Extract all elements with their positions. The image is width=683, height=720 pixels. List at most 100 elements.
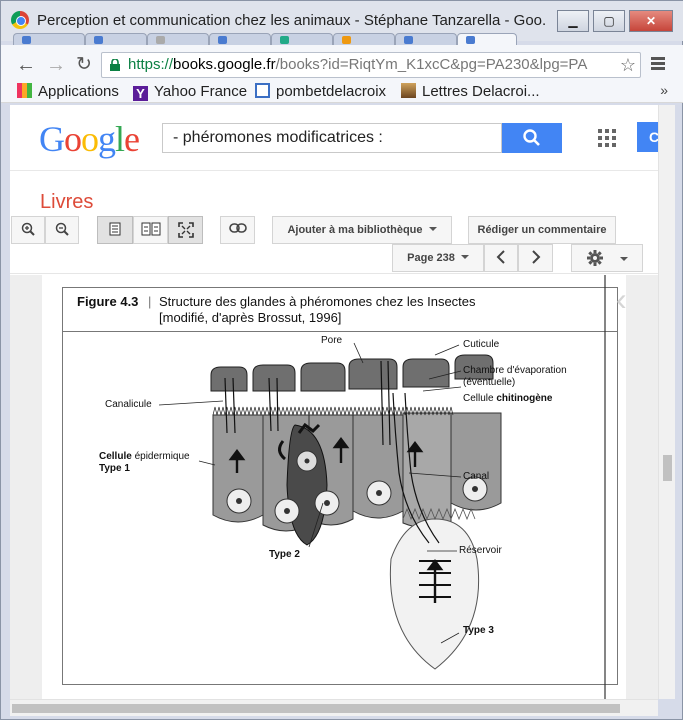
zoom-out-icon (55, 222, 69, 236)
browser-tab[interactable] (13, 33, 85, 45)
vertical-scrollbar[interactable] (658, 105, 675, 699)
browser-window: Perception et communication chez les ani… (0, 0, 683, 720)
tab-favicon-icon (218, 36, 227, 44)
toolbar-divider (10, 273, 658, 274)
single-page-view-button[interactable] (97, 216, 133, 244)
gear-icon (587, 250, 604, 266)
fullscreen-button[interactable] (168, 216, 203, 244)
browser-tab[interactable] (147, 33, 209, 45)
browser-tab[interactable] (333, 33, 395, 45)
fullscreen-icon (177, 222, 194, 238)
bookmark-yahoo-france[interactable]: Y Yahoo France (133, 83, 247, 101)
label-reservoir: Réservoir (459, 545, 502, 556)
browser-tab-active[interactable] (457, 33, 517, 45)
search-button[interactable] (502, 123, 562, 153)
label-canalicule: Canalicule (105, 399, 152, 410)
url-path: /books?id=RiqtYm_K1xcC&pg=PA230&lpg=PA (275, 56, 588, 73)
label-type-2: Type 2 (269, 549, 300, 560)
label-cellule-epidermique: Cellule épidermique (99, 451, 190, 462)
horizontal-scrollbar[interactable] (10, 699, 658, 716)
tab-favicon-icon (466, 36, 475, 44)
header-divider (10, 170, 658, 171)
label-cuticule: Cuticule (463, 339, 500, 350)
figure-header: Figure 4.3 | Structure des glandes à phé… (63, 288, 617, 332)
tab-favicon-icon (22, 36, 31, 44)
dropdown-caret-icon (460, 255, 469, 259)
window-title: Perception et communication chez les ani… (37, 12, 547, 29)
label-cellule-chitinogene: Cellule chitinogène (463, 393, 553, 404)
settings-button[interactable] (571, 244, 643, 272)
page-number-label: Page 238 (407, 252, 455, 264)
search-icon (523, 129, 540, 146)
page-viewport: Google - phéromones modificatrices : Con… (10, 105, 658, 699)
two-page-icon (141, 222, 160, 236)
label-eventuelle: (éventuelle) (463, 377, 516, 388)
vertical-scroll-thumb[interactable] (663, 455, 672, 481)
section-title[interactable]: Livres (40, 191, 93, 214)
bookmark-label: pombetdelacroix (276, 83, 387, 100)
label-canal: Canal (463, 471, 490, 482)
bookmark-star-icon[interactable]: ☆ (620, 53, 636, 77)
page-edge (604, 275, 606, 699)
bookmark-pombetdelacroix[interactable]: pombetdelacroix (255, 83, 386, 101)
close-button[interactable]: ✕ (629, 10, 673, 32)
two-page-view-button[interactable] (133, 216, 168, 244)
back-arrow-icon[interactable]: ← (15, 54, 37, 76)
bookmark-label: Lettres Delacroi... (422, 83, 540, 100)
browser-tab[interactable] (395, 33, 457, 45)
lock-icon (110, 59, 120, 71)
tab-favicon-icon (280, 36, 289, 44)
url-scheme: https:// (128, 56, 174, 73)
apps-grid-icon (17, 83, 32, 98)
address-bar[interactable]: https://books.google.fr/books?id=RiqtYm_… (101, 52, 641, 78)
gland-illustration (158, 342, 502, 670)
bookmark-label: Applications (38, 83, 119, 100)
chrome-menu-icon[interactable] (649, 55, 667, 75)
sign-in-button[interactable]: Connexion (637, 122, 658, 152)
search-input[interactable]: - phéromones modificatrices : (162, 123, 502, 153)
single-page-icon (109, 222, 121, 236)
book-page: Figure 4.3 | Structure des glandes à phé… (42, 275, 626, 699)
bookmarks-bar: Applications Y Yahoo France pombetdelacro… (1, 81, 683, 103)
figure-caption-source: [modifié, d'après Brossut, 1996] (159, 310, 342, 325)
chevron-left-overlay-icon[interactable]: ‹ (616, 281, 627, 318)
add-to-library-button[interactable]: Ajouter à ma bibliothèque (272, 216, 452, 244)
google-logo[interactable]: Google (39, 118, 140, 160)
dropdown-caret-icon (619, 257, 628, 261)
browser-tab[interactable] (271, 33, 333, 45)
zoom-in-icon (21, 222, 35, 236)
figure-number: Figure 4.3 (77, 294, 139, 309)
google-logo-letter: l (115, 119, 125, 159)
tab-favicon-icon (94, 36, 103, 44)
minimize-button[interactable]: ▁ (557, 10, 589, 32)
browser-tab[interactable] (85, 33, 147, 45)
zoom-out-button[interactable] (45, 216, 79, 244)
next-page-button[interactable] (518, 244, 553, 272)
label-chambre-evaporation: Chambre d'évaporation (463, 365, 567, 376)
horizontal-scroll-thumb[interactable] (12, 704, 620, 713)
link-icon (228, 223, 247, 233)
more-bookmarks-chevron-icon[interactable]: » (660, 82, 668, 98)
maximize-button[interactable]: ▢ (593, 10, 625, 32)
forward-arrow-icon[interactable]: → (45, 54, 67, 76)
zoom-in-button[interactable] (11, 216, 45, 244)
bookmark-lettres-delacroix[interactable]: Lettres Delacroi... (401, 83, 540, 101)
url-host: books.google.fr (173, 56, 276, 73)
link-button[interactable] (220, 216, 255, 244)
book-page-area: Figure 4.3 | Structure des glandes à phé… (10, 275, 658, 699)
reload-icon[interactable]: ↻ (73, 54, 95, 76)
previous-page-button[interactable] (484, 244, 518, 272)
browser-tab[interactable] (209, 33, 271, 45)
yahoo-icon: Y (133, 86, 148, 101)
page-icon (255, 83, 270, 98)
tab-favicon-icon (342, 36, 351, 44)
dropdown-caret-icon (428, 227, 437, 231)
label-pore: Pore (321, 335, 343, 346)
google-apps-grid-icon[interactable] (598, 129, 616, 147)
label-type-1: Type 1 (99, 463, 130, 474)
page-selector[interactable]: Page 238 (392, 244, 484, 272)
bookmark-applications[interactable]: Applications (17, 83, 119, 101)
write-review-button[interactable]: Rédiger un commentaire (468, 216, 616, 244)
bookmark-label: Yahoo France (154, 83, 248, 100)
chevron-right-icon (531, 250, 540, 264)
